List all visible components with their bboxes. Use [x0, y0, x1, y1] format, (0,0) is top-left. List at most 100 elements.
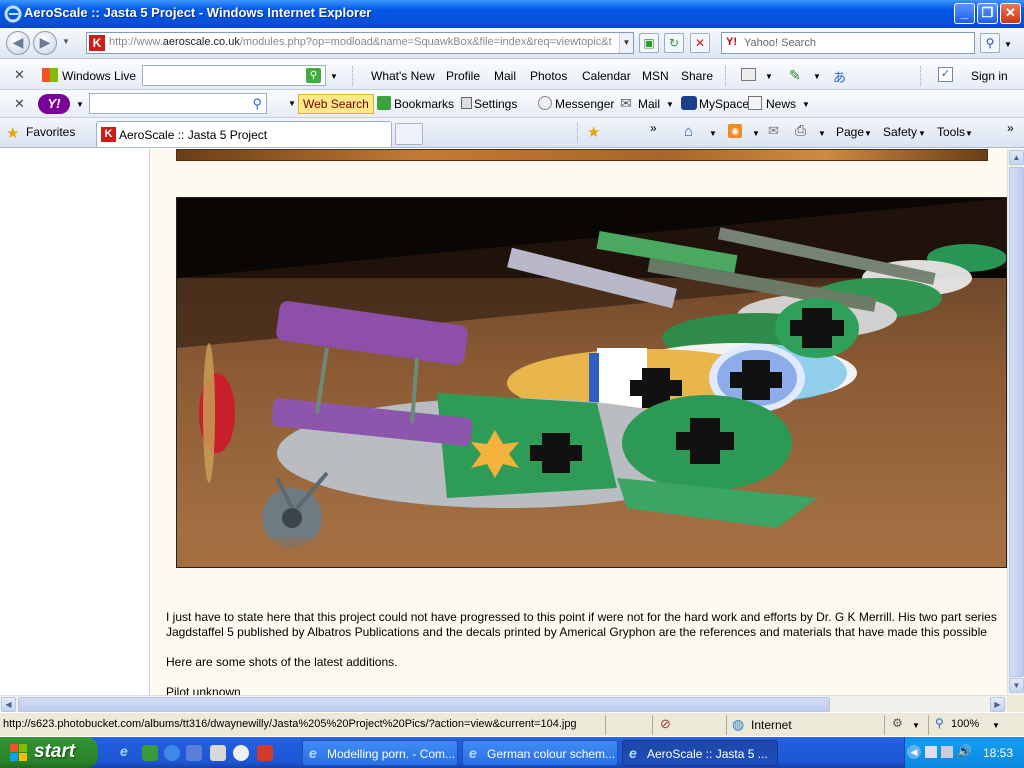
home-dropdown-icon[interactable]: ▼ — [709, 129, 717, 138]
live-search-dropdown-icon[interactable]: ▼ — [330, 72, 338, 81]
quicklaunch-desktop-icon[interactable] — [142, 745, 158, 761]
tray-device-icon[interactable] — [941, 746, 953, 758]
mail-dropdown-icon[interactable]: ▼ — [666, 100, 674, 109]
taskbar-item-german-colour[interactable]: e German colour schem... — [462, 740, 618, 766]
close-button[interactable]: ✕ — [1000, 3, 1021, 24]
highlight-dropdown-icon[interactable]: ▼ — [765, 72, 773, 81]
favorites-star-icon[interactable]: ★ — [6, 124, 19, 142]
stop-icon[interactable]: ✕ — [690, 33, 710, 53]
myspace-link[interactable]: MySpace — [699, 97, 749, 111]
scroll-up-icon[interactable]: ▲ — [1009, 150, 1024, 165]
quicklaunch-mail-icon[interactable] — [186, 745, 202, 761]
address-dropdown-icon[interactable]: ▼ — [619, 33, 633, 53]
forward-button[interactable]: ▶ — [33, 31, 57, 55]
translate-icon[interactable]: あ — [833, 67, 846, 86]
live-link-photos[interactable]: Photos — [530, 69, 567, 83]
search-scope-dropdown-icon[interactable]: ▼ — [288, 99, 296, 108]
yahoo-toolbar-search-input[interactable]: ⚲ — [89, 93, 267, 114]
address-url[interactable]: http://www.aeroscale.co.uk/modules.php?o… — [109, 36, 615, 48]
add-favorites-icon[interactable]: ★ — [587, 123, 600, 141]
more-chevron-icon[interactable]: » — [650, 121, 657, 135]
aircraft-models-photo[interactable] — [176, 197, 1007, 568]
search-options-icon[interactable]: ▼ — [1004, 40, 1012, 49]
tray-expand-icon[interactable]: ◀ — [907, 745, 921, 759]
page-dropdown-icon[interactable]: ▼ — [864, 129, 872, 138]
yahoo-menu-dropdown-icon[interactable]: ▼ — [76, 100, 84, 109]
favorites-button[interactable]: Favorites — [26, 125, 75, 139]
zoom-level[interactable]: 100% — [951, 718, 979, 730]
zoom-dropdown-icon[interactable]: ▼ — [992, 721, 1000, 730]
yahoo-mail-link[interactable]: Mail — [638, 97, 660, 111]
scroll-right-icon[interactable]: ▶ — [990, 697, 1005, 712]
vertical-scroll-thumb[interactable] — [1009, 167, 1024, 677]
highlight-icon[interactable] — [741, 68, 756, 81]
protected-mode-icon[interactable]: ⚙ — [892, 716, 903, 730]
tray-volume-icon[interactable]: 🔊 — [957, 744, 972, 758]
restore-button[interactable]: ❐ — [977, 3, 998, 24]
search-icon[interactable]: ⚲ — [980, 33, 1000, 53]
news-link[interactable]: News — [766, 97, 796, 111]
close-yahoo-toolbar-icon[interactable]: ✕ — [14, 96, 25, 112]
live-link-mail[interactable]: Mail — [494, 69, 516, 83]
taskbar-item-modelling[interactable]: e Modelling porn. - Com... — [302, 740, 458, 766]
live-link-whats-new[interactable]: What's New — [371, 69, 435, 83]
quicklaunch-explorer-icon[interactable] — [210, 745, 226, 761]
web-search-button[interactable]: Web Search — [298, 94, 374, 114]
feed-dropdown-icon[interactable]: ▼ — [752, 129, 760, 138]
popup-blocked-icon[interactable]: ⊘ — [660, 716, 671, 732]
toolbar-overflow-chevron-icon[interactable]: » — [1007, 121, 1014, 135]
compatibility-icon[interactable]: ▣ — [639, 33, 659, 53]
scroll-down-icon[interactable]: ▼ — [1009, 678, 1024, 693]
live-search-input[interactable]: ⚲ — [142, 65, 326, 86]
read-mail-icon[interactable]: ✉ — [768, 123, 779, 139]
home-icon[interactable]: ⌂ — [684, 123, 693, 140]
settings-menu[interactable]: Settings — [474, 97, 517, 111]
magnifier-icon[interactable]: ⚲ — [252, 96, 262, 112]
checklist-icon[interactable]: ✓ — [938, 67, 953, 82]
live-link-calendar[interactable]: Calendar — [582, 69, 631, 83]
quicklaunch-ie-icon[interactable]: e — [120, 743, 136, 759]
history-dropdown-icon[interactable]: ▼ — [62, 37, 70, 46]
start-button[interactable]: start — [0, 737, 98, 768]
rss-feed-icon[interactable]: ◉ — [728, 124, 742, 138]
scroll-left-icon[interactable]: ◀ — [1, 697, 16, 712]
quicklaunch-app-icon[interactable] — [257, 745, 273, 761]
live-link-share[interactable]: Share — [681, 69, 713, 83]
sign-in-link[interactable]: Sign in — [971, 69, 1008, 83]
refresh-icon[interactable]: ↻ — [664, 33, 684, 53]
new-tab-button[interactable] — [395, 123, 423, 145]
minimize-button[interactable]: _ — [954, 3, 975, 24]
print-icon[interactable]: ⎙ — [795, 122, 806, 139]
print-dropdown-icon[interactable]: ▼ — [818, 129, 826, 138]
close-toolbar-icon[interactable]: ✕ — [14, 67, 25, 83]
back-button[interactable]: ◀ — [6, 31, 30, 55]
live-link-profile[interactable]: Profile — [446, 69, 480, 83]
quicklaunch-search-icon[interactable] — [164, 745, 180, 761]
live-search-icon[interactable]: ⚲ — [306, 68, 321, 83]
blog-dropdown-icon[interactable]: ▼ — [813, 72, 821, 81]
live-link-msn[interactable]: MSN — [642, 69, 669, 83]
protected-mode-dropdown-icon[interactable]: ▼ — [912, 721, 920, 730]
yahoo-search-input[interactable]: Y! Yahoo! Search — [721, 32, 975, 54]
zoom-icon[interactable]: ⚲ — [935, 716, 944, 730]
tools-dropdown-icon[interactable]: ▼ — [965, 129, 973, 138]
vertical-scrollbar[interactable]: ▲ ▼ — [1007, 149, 1024, 695]
taskbar-item-aeroscale[interactable]: e AeroScale :: Jasta 5 ... — [622, 740, 778, 766]
tab-aeroscale[interactable]: K AeroScale :: Jasta 5 Project — [96, 121, 392, 147]
tray-network-icon[interactable] — [925, 746, 937, 758]
tools-menu[interactable]: Tools — [937, 125, 965, 139]
previous-photo[interactable] — [176, 149, 988, 161]
horizontal-scroll-thumb[interactable] — [18, 697, 830, 712]
safety-dropdown-icon[interactable]: ▼ — [918, 129, 926, 138]
yahoo-logo[interactable]: Y! — [38, 94, 70, 114]
blog-icon[interactable]: ✎ — [789, 67, 801, 84]
safety-menu[interactable]: Safety — [883, 125, 917, 139]
page-menu[interactable]: Page — [836, 125, 864, 139]
bookmarks-menu[interactable]: Bookmarks — [394, 97, 454, 111]
news-dropdown-icon[interactable]: ▼ — [802, 100, 810, 109]
messenger-menu[interactable]: Messenger — [555, 97, 614, 111]
horizontal-scrollbar[interactable]: ◀ ▶ — [0, 695, 1007, 712]
address-field[interactable]: K http://www.aeroscale.co.uk/modules.php… — [86, 32, 634, 54]
quicklaunch-media-icon[interactable] — [233, 745, 249, 761]
yahoo-toolbar: ✕ Y! ▼ ⚲ ▼ Web Search Bookmarks Settings… — [0, 90, 1024, 118]
